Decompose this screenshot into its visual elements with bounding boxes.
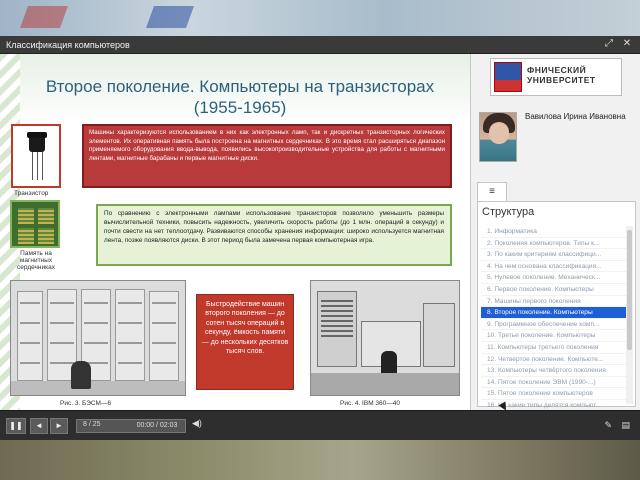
window-title: Классификация компьютеров: [6, 40, 130, 50]
slide-area: Второе поколение. Компьютеры на транзист…: [0, 54, 470, 410]
structure-list-item[interactable]: 4. На чем основана классификация...: [481, 261, 626, 273]
structure-list-item[interactable]: 14. Пятое поколение ЭВМ (1990-...): [481, 377, 626, 389]
structure-list-item[interactable]: 1. Информатика: [481, 226, 626, 238]
memory-caption: Память на магнитных сердечниках: [17, 250, 55, 271]
menu-icon[interactable]: ≡: [477, 182, 507, 202]
background-top: [0, 0, 640, 36]
volume-icon[interactable]: ◀): [192, 418, 202, 429]
structure-list-item[interactable]: 11. Компьютеры третьего поколения: [481, 342, 626, 354]
scrollbar[interactable]: [626, 226, 633, 404]
player-window: Классификация компьютеров ⤢ ✕ Второе пок…: [0, 36, 640, 440]
fullscreen-icon[interactable]: ⤢: [604, 39, 614, 49]
besm6-photo: [10, 280, 186, 396]
structure-list-item[interactable]: 3. По каким критериям классифици...: [481, 249, 626, 261]
time-display: 00:00 / 02:03: [136, 422, 178, 429]
structure-list-item[interactable]: 12. Четвертое поколение. Компьюте...: [481, 354, 626, 366]
structure-list-item[interactable]: 6. Первое поколение. Компьютеры: [481, 284, 626, 296]
structure-list: 1. Информатика 2. Поколения компьютеров. …: [481, 226, 626, 412]
structure-list-item[interactable]: 15. Пятое поколение компьютеров: [481, 388, 626, 400]
pen-icon[interactable]: ✎: [604, 420, 612, 431]
flag-decoration: [19, 6, 69, 28]
structure-list-item[interactable]: 7. Машины первого поколения: [481, 296, 626, 308]
structure-list-item[interactable]: 10. Третье поколение. Компьютеры: [481, 330, 626, 342]
prev-button[interactable]: ◄: [30, 418, 48, 434]
transistor-image: [11, 124, 61, 188]
title-bar: Классификация компьютеров ⤢ ✕: [0, 36, 640, 54]
core-memory-image: [10, 200, 60, 248]
structure-title: Структура: [482, 206, 535, 218]
fig4-caption: Рис. 4. IBM 360—40: [340, 400, 400, 407]
player-controls: ❚❚ ◄ ► 8 / 25 00:00 / 02:03 ◀) ✎ ▤: [0, 410, 640, 440]
structure-list-item[interactable]: 9. Программное обеспечение комп...: [481, 319, 626, 331]
close-icon[interactable]: ✕: [622, 39, 632, 49]
red-info-box: Машины характеризуются использованием в …: [82, 124, 452, 188]
app-stage: Классификация компьютеров ⤢ ✕ Второе пок…: [0, 0, 640, 480]
green-info-box: По сравнению с электронными лампами испо…: [96, 204, 452, 266]
flag-decoration: [145, 6, 195, 28]
structure-panel: Структура 1. Информатика 2. Поколения ком…: [477, 201, 636, 412]
structure-list-item[interactable]: 8. Второе поколение. Компьютеры: [481, 307, 626, 319]
side-panel: ФНИЧЕСКИЙ УНИВЕРСИТЕТ Вавилова Ирина Ива…: [470, 54, 640, 412]
next-button[interactable]: ►: [50, 418, 68, 434]
ibm360-photo: [310, 280, 460, 396]
speed-info-box: Быстродействие машин второго поколения —…: [196, 294, 294, 390]
university-logo: ФНИЧЕСКИЙ УНИВЕРСИТЕТ: [490, 58, 622, 96]
fig3-caption: Рис. 3. БЭСМ—6: [60, 400, 112, 407]
structure-list-item[interactable]: 2. Поколения компьютеров. Типы к...: [481, 238, 626, 250]
crest-icon: [494, 62, 522, 92]
slide-counter: 8 / 25: [83, 421, 101, 428]
transistor-caption: Транзистор: [14, 190, 49, 197]
presenter-name: Вавилова Ирина Ивановна: [525, 112, 626, 121]
structure-list-item[interactable]: 13. Компьютеры четвёртого поколения: [481, 365, 626, 377]
background-bottom: [0, 440, 640, 480]
panel-toggle-icon[interactable]: ▤: [621, 420, 630, 431]
logo-text: ФНИЧЕСКИЙ УНИВЕРСИТЕТ: [527, 65, 596, 85]
structure-list-item[interactable]: 5. Нулевое поколение. Механическ...: [481, 272, 626, 284]
pause-button[interactable]: ❚❚: [6, 418, 26, 434]
avatar: [479, 112, 517, 162]
slide-title: Второе поколение. Компьютеры на транзист…: [45, 77, 435, 117]
